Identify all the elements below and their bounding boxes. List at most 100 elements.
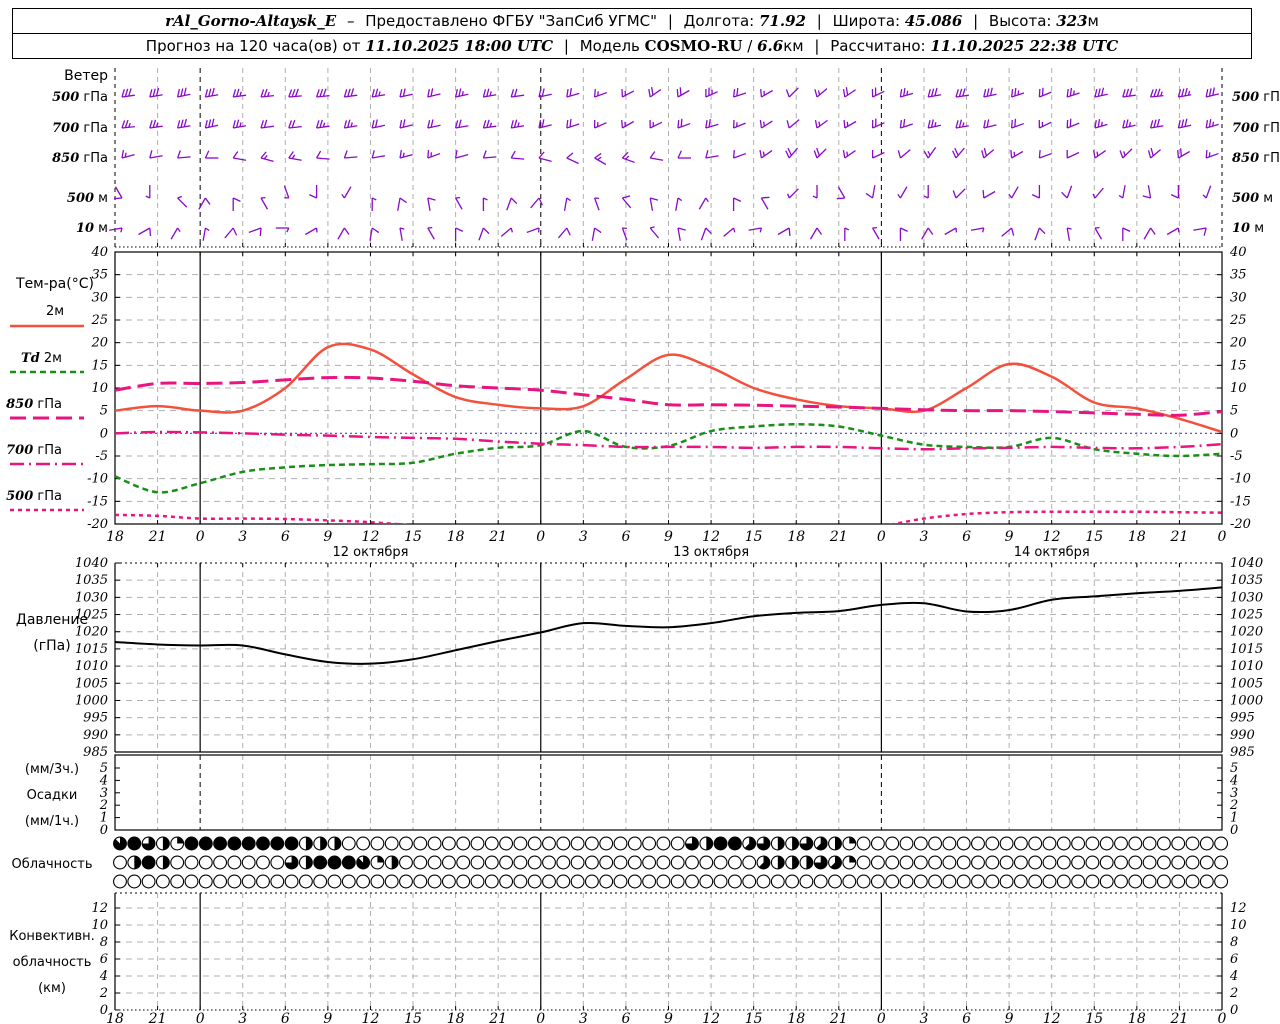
pressure-tick-left: 995 <box>83 711 108 726</box>
pressure-tick-left: 1010 <box>75 659 108 674</box>
cloud-circle <box>427 836 442 851</box>
hour-label-bottom: 15 <box>1085 1011 1103 1024</box>
cloud-circle <box>627 874 642 889</box>
pressure-tick-left: 1000 <box>75 693 108 708</box>
pressure-tick-left: 1035 <box>75 573 108 588</box>
cloud-circle <box>527 836 542 851</box>
pressure-tick-right: 1025 <box>1230 608 1263 623</box>
conv-tick-left: 12 <box>91 901 108 916</box>
hour-label-bottom: 15 <box>404 1011 422 1024</box>
cloud-circle <box>441 855 456 870</box>
cloud-circle <box>1042 855 1057 870</box>
cloud-circle <box>527 874 542 889</box>
date-label: 14 октября <box>1014 545 1090 560</box>
cloud-circle <box>928 855 943 870</box>
hour-label-bottom: 12 <box>362 1011 380 1024</box>
cloud-circle <box>885 836 900 851</box>
cloud-circle <box>441 874 456 889</box>
temp-tick-right: 15 <box>1230 358 1247 373</box>
cloud-circle <box>399 836 413 851</box>
hour-label: 18 <box>787 529 805 545</box>
cloud-circle <box>499 874 514 889</box>
cloud-circle <box>584 855 599 870</box>
cloud-circle <box>670 874 685 889</box>
cloud-circle <box>313 874 328 889</box>
hour-label: 0 <box>536 529 545 545</box>
cloud-circle <box>284 836 299 851</box>
cloud-circle <box>1171 855 1186 870</box>
pressure-tick-left: 1015 <box>75 642 108 657</box>
wind-level-label-left: 500 гПа <box>52 90 108 105</box>
hour-label: 21 <box>148 529 167 545</box>
panel-pressure: 1040 10401035 10351030 10301025 10251020 1020… <box>75 556 1263 760</box>
cloud-circle <box>127 874 142 889</box>
pressure-tick-left: 1005 <box>75 676 108 691</box>
cloud-circle <box>370 874 385 889</box>
cloud-circle <box>856 874 871 889</box>
conv-tick-right: 4 <box>1229 969 1238 984</box>
cloud-circle <box>327 855 342 870</box>
cloud-panel-title: Облачность <box>11 857 92 872</box>
cloud-circle <box>856 855 871 870</box>
legend-label-Td 2м: Td 2м <box>21 351 62 366</box>
hour-label-bottom: 6 <box>962 1011 971 1024</box>
temp-tick-right: -15 <box>1230 494 1251 509</box>
panel-wind: Ветер 500 гПа 500 гПа 700 гПа 700 гПа 850 гПа… <box>52 68 1280 248</box>
cloud-circle <box>999 855 1014 870</box>
cloud-circle <box>899 874 914 889</box>
cloud-circle <box>484 874 499 889</box>
cloud-circle <box>842 874 857 889</box>
hour-label: 6 <box>962 529 971 545</box>
cloud-circle <box>384 836 399 851</box>
cloud-circle <box>913 855 928 870</box>
cloud-circle <box>141 855 156 870</box>
temp-tick-left: -15 <box>87 494 108 509</box>
cloud-circle <box>713 836 728 851</box>
cloud-circle <box>184 874 199 889</box>
cloud-circle <box>956 855 971 870</box>
cloud-circle <box>256 836 270 851</box>
temp-tick-left: 15 <box>91 358 108 373</box>
wind-level-label-right: 700 гПа <box>1232 121 1280 136</box>
wind-barb-row <box>109 226 1207 241</box>
legend-label-700 гПа: 700 гПа <box>6 443 62 458</box>
cloud-circle <box>713 855 728 870</box>
cloud-circle <box>742 874 757 889</box>
cloud-circle <box>1214 855 1229 870</box>
cloud-circle <box>213 836 228 851</box>
conv-tick-right: 12 <box>1230 901 1247 916</box>
cloud-circle <box>499 836 514 851</box>
hour-label-bottom: 0 <box>196 1011 205 1024</box>
cloud-circle <box>1071 836 1086 851</box>
cloud-circle <box>627 855 642 870</box>
cloud-circle <box>642 855 657 870</box>
cloud-circle <box>513 874 528 889</box>
cloud-circle <box>556 855 571 870</box>
temp-tick-left: 40 <box>90 245 108 260</box>
cloud-circle <box>742 855 757 870</box>
cloud-circle <box>985 855 1000 870</box>
cloud-circle <box>1156 874 1171 889</box>
cloud-circle <box>813 874 828 889</box>
cloud-circle <box>685 855 699 870</box>
cloud-circle <box>1156 855 1171 870</box>
pressure-tick-left: 985 <box>83 745 108 760</box>
cloud-circle <box>584 874 599 889</box>
conv-panel-title1: Конвективн. <box>9 929 95 944</box>
cloud-circle <box>427 855 442 870</box>
temp-tick-left: 10 <box>91 381 108 396</box>
cloud-circle <box>942 874 957 889</box>
cloud-circle <box>685 874 699 889</box>
cloud-circle <box>856 836 871 851</box>
wind-barb-row <box>121 87 1219 98</box>
cloud-circle <box>542 836 556 851</box>
hour-label: 15 <box>745 529 763 545</box>
hour-label: 18 <box>447 529 465 545</box>
hour-label-bottom: 18 <box>447 1011 465 1024</box>
cloud-circle <box>942 836 957 851</box>
cloud-circle <box>470 855 485 870</box>
cloud-circle <box>399 874 413 889</box>
conv-tick-right: 0 <box>1230 1003 1238 1018</box>
hour-label: 0 <box>196 529 205 545</box>
cloud-circle <box>1185 855 1200 870</box>
